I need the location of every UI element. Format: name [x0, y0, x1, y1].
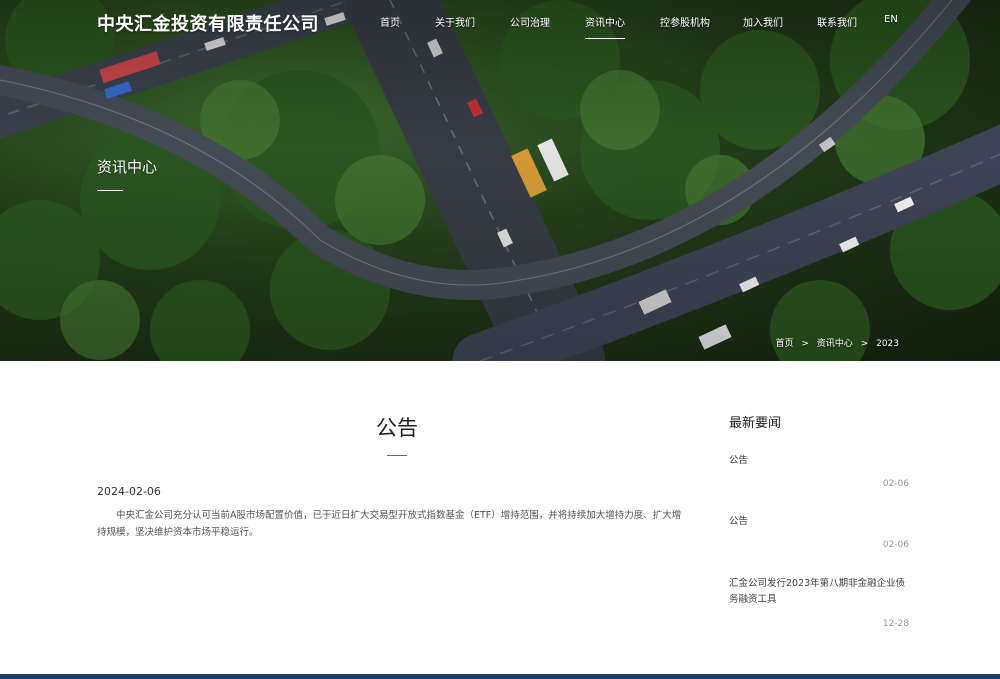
hero-title-underline [97, 190, 123, 191]
hero-overlay [0, 0, 1000, 361]
news-item-title[interactable]: 公告 [729, 514, 909, 530]
breadcrumb: 首页 > 资讯中心 > 2023 [774, 336, 900, 349]
breadcrumb-section[interactable]: 资讯中心 [817, 339, 853, 349]
news-item-title[interactable]: 汇金公司发行2023年第八期非金融企业债务融资工具 [729, 576, 909, 608]
article-body: 中央汇金公司充分认可当前A股市场配置价值，已于近日扩大交易型开放式指数基金（ET… [97, 510, 682, 538]
news-item[interactable]: 公告 02-06 [729, 453, 909, 493]
nav-item-home[interactable]: 首页 [380, 14, 400, 29]
article-date: 2024-02-06 [97, 485, 161, 498]
nav-item-contact[interactable]: 联系我们 [817, 14, 857, 29]
nav-item-news[interactable]: 资讯中心 [585, 14, 625, 39]
hero-banner: 中央汇金投资有限责任公司 首页 关于我们 公司治理 资讯中心 控参股机构 加入我… [0, 0, 1000, 361]
breadcrumb-current: 2023 [876, 339, 899, 349]
news-item-date: 12-28 [882, 619, 909, 629]
site-logo[interactable]: 中央汇金投资有限责任公司 [97, 10, 319, 36]
hero-title: 资讯中心 [97, 158, 158, 176]
nav-item-governance[interactable]: 公司治理 [510, 14, 550, 29]
news-item-date: 02-06 [882, 479, 909, 489]
breadcrumb-home[interactable]: 首页 [775, 339, 793, 349]
nav-item-careers[interactable]: 加入我们 [743, 14, 783, 29]
footer-bar [0, 674, 1000, 679]
news-item[interactable]: 汇金公司发行2023年第八期非金融企业债务融资工具 12-28 [729, 576, 909, 632]
nav-item-holdings[interactable]: 控参股机构 [660, 14, 710, 29]
breadcrumb-separator: > [860, 339, 869, 349]
news-item-date: 02-06 [882, 540, 909, 550]
article-title-divider [387, 455, 407, 456]
article-title: 公告 [376, 416, 418, 440]
sidebar-heading: 最新要闻 [729, 416, 782, 431]
breadcrumb-separator: > [801, 339, 809, 349]
nav-item-english[interactable]: EN [884, 14, 898, 25]
news-item[interactable]: 公告 02-06 [729, 514, 909, 554]
news-item-title[interactable]: 公告 [729, 453, 909, 469]
nav-item-about[interactable]: 关于我们 [435, 14, 475, 29]
